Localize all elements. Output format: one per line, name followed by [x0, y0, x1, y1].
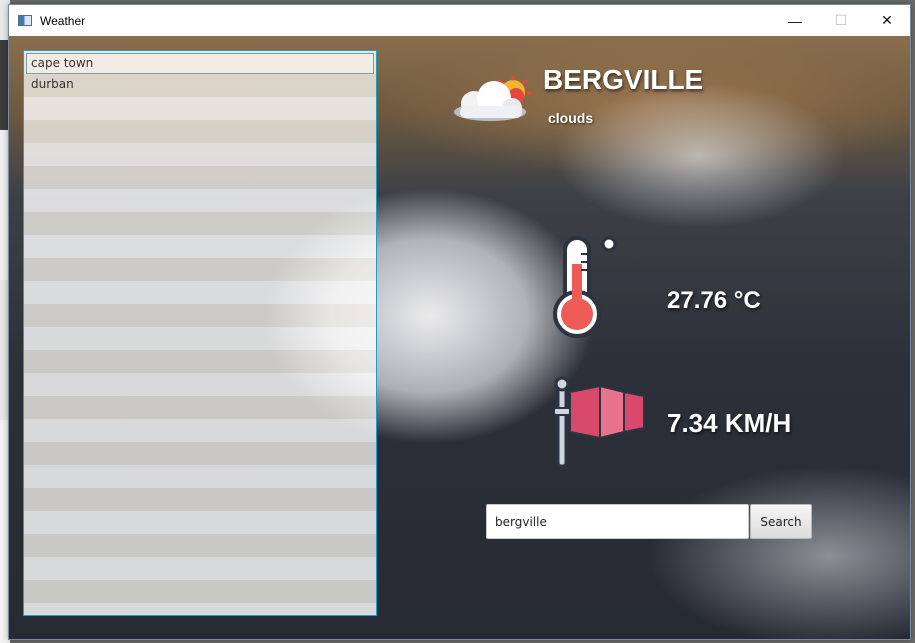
maximize-button[interactable]: ☐ [818, 5, 864, 36]
title-bar[interactable]: Weather — ☐ ✕ [9, 5, 910, 36]
list-item[interactable]: durban [24, 74, 376, 97]
weather-window: Weather — ☐ ✕ cape town durban BERGVILLE… [8, 4, 911, 640]
maximize-icon: ☐ [834, 12, 848, 28]
windsock-icon [553, 376, 645, 468]
list-item[interactable]: cape town [26, 53, 374, 74]
partly-cloudy-icon [454, 76, 532, 121]
weather-description: clouds [548, 110, 594, 126]
search-input[interactable] [486, 504, 749, 539]
thermometer-icon [553, 236, 617, 338]
search-button[interactable]: Search [750, 504, 812, 539]
close-button[interactable]: ✕ [864, 5, 910, 36]
main-content: cape town durban BERGVILLE clouds 27.76 … [9, 36, 910, 639]
city-name: BERGVILLE [543, 64, 704, 95]
minimize-button[interactable]: — [772, 5, 818, 36]
minimize-icon: — [788, 12, 802, 29]
window-controls: — ☐ ✕ [772, 5, 910, 36]
temperature-value: 27.76 °C [667, 287, 761, 314]
window-title: Weather [40, 13, 86, 28]
wind-speed-value: 7.34 KM/H [667, 408, 792, 438]
app-icon [18, 15, 32, 26]
city-list[interactable]: cape town durban [23, 50, 377, 616]
close-icon: ✕ [881, 12, 893, 28]
